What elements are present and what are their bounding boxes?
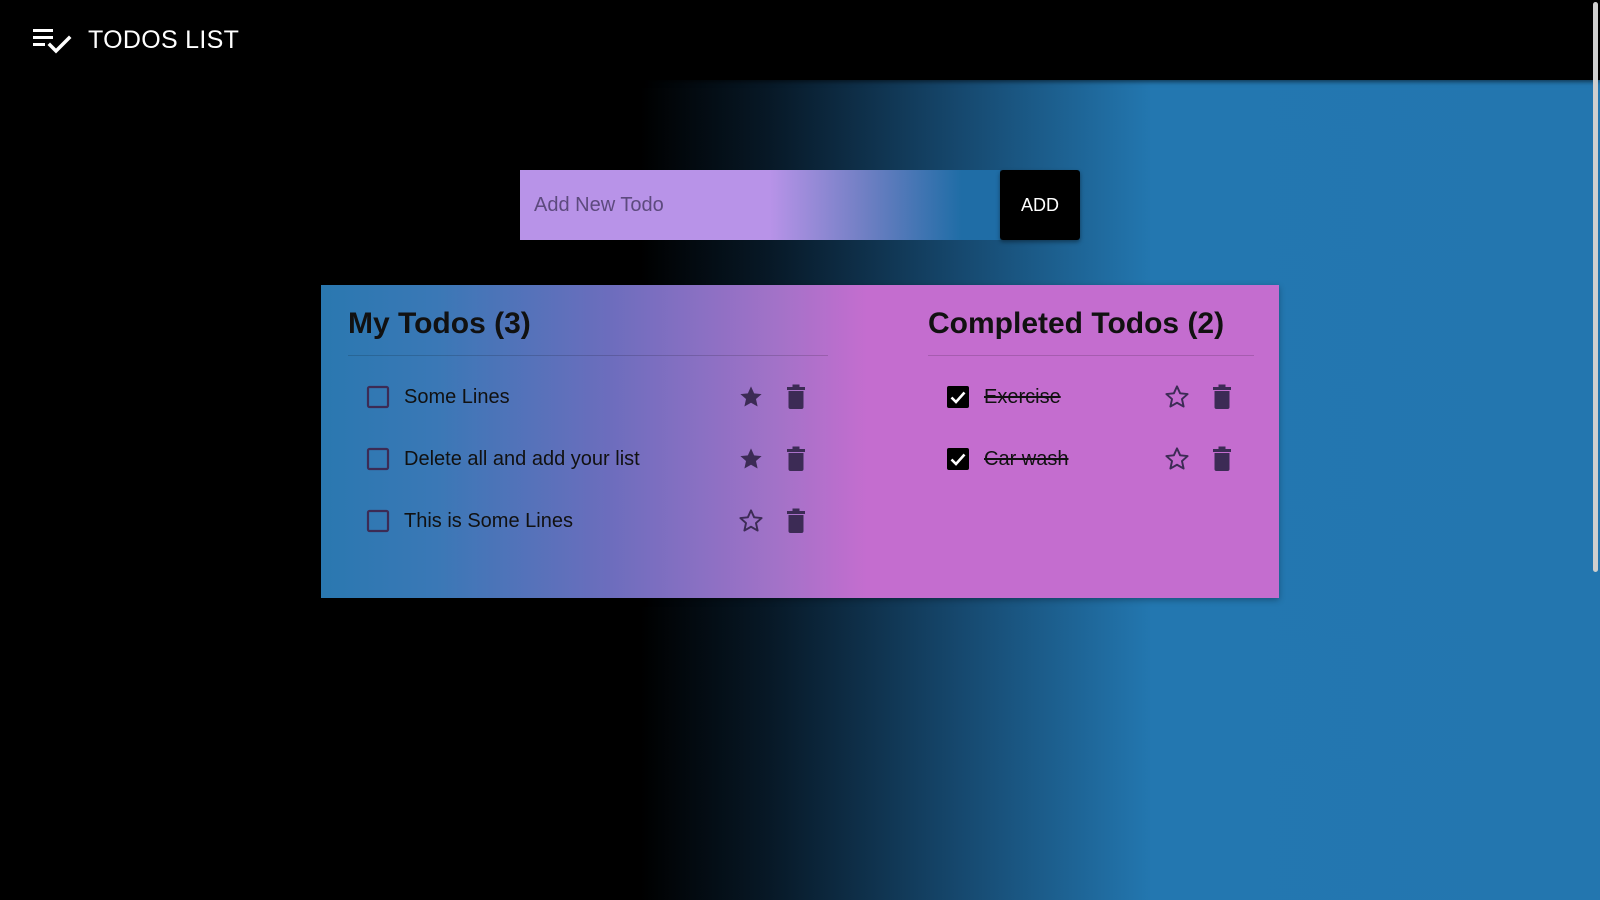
todo-item: Delete all and add your list	[348, 428, 828, 490]
trash-icon[interactable]	[1208, 383, 1236, 411]
todo-text: Exercise	[984, 385, 1061, 408]
star-outline-icon[interactable]	[1163, 445, 1191, 473]
todo-text: Delete all and add your list	[404, 447, 640, 470]
completed-todos-title: Completed Todos (2)	[928, 307, 1254, 356]
todo-text: This is Some Lines	[404, 509, 573, 532]
my-todos-title: My Todos (3)	[348, 307, 828, 356]
trash-icon[interactable]	[1208, 445, 1236, 473]
todos-board: My Todos (3) Some Lines Delete all and a…	[321, 285, 1279, 598]
add-todo-form: ADD	[520, 170, 1080, 240]
trash-icon[interactable]	[782, 507, 810, 535]
my-todos-column: My Todos (3) Some Lines Delete all and a…	[348, 307, 828, 552]
todo-checkbox[interactable]	[366, 509, 390, 533]
todo-checkbox[interactable]	[366, 385, 390, 409]
todo-checkbox-checked[interactable]	[946, 385, 970, 409]
playlist-check-icon	[32, 20, 72, 60]
scrollbar[interactable]	[1590, 0, 1600, 900]
todo-text: Car wash	[984, 447, 1069, 470]
todo-item: This is Some Lines	[348, 490, 828, 552]
completed-todos-list: Exercise Car wash	[928, 366, 1254, 490]
trash-icon[interactable]	[782, 383, 810, 411]
star-filled-icon[interactable]	[737, 445, 765, 473]
todo-item: Exercise	[928, 366, 1254, 428]
completed-todos-column: Completed Todos (2) Exercise Car wash	[928, 307, 1254, 490]
todo-text: Some Lines	[404, 385, 510, 408]
app-bar: TODOS LIST	[0, 0, 1600, 80]
app-title: TODOS LIST	[88, 25, 240, 54]
scrollbar-thumb[interactable]	[1593, 2, 1598, 572]
star-filled-icon[interactable]	[737, 383, 765, 411]
my-todos-list: Some Lines Delete all and add your list	[348, 366, 828, 552]
todo-item: Car wash	[928, 428, 1254, 490]
todo-checkbox-checked[interactable]	[946, 447, 970, 471]
add-todo-input[interactable]	[520, 170, 1000, 240]
add-button[interactable]: ADD	[1000, 170, 1080, 240]
todo-checkbox[interactable]	[366, 447, 390, 471]
todo-item: Some Lines	[348, 366, 828, 428]
star-outline-icon[interactable]	[737, 507, 765, 535]
trash-icon[interactable]	[782, 445, 810, 473]
star-outline-icon[interactable]	[1163, 383, 1191, 411]
